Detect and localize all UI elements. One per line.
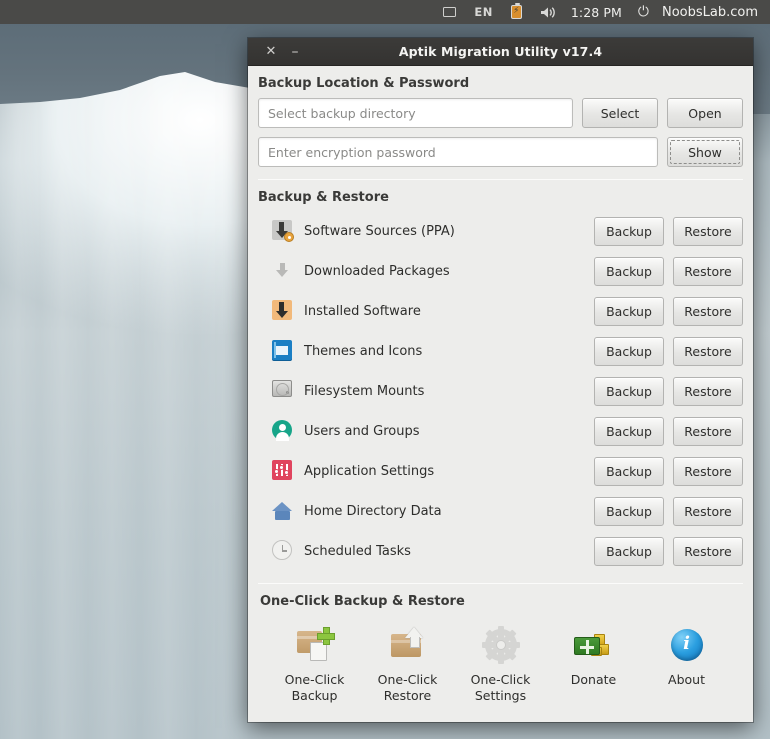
list-item-downloaded-packages: Downloaded Packages Backup Restore bbox=[258, 251, 743, 291]
donate-button[interactable]: Donate bbox=[547, 623, 640, 688]
list-item-label: Installed Software bbox=[304, 303, 421, 319]
backup-button[interactable]: Backup bbox=[594, 376, 664, 406]
session-menu-username[interactable]: NoobsLab.com bbox=[658, 0, 762, 24]
restore-button[interactable]: Restore bbox=[673, 536, 743, 566]
box-plus-icon bbox=[294, 625, 336, 665]
one-click-backup-button[interactable]: One-Click Backup bbox=[268, 623, 361, 704]
one-click-toolbar: One-Click Backup One-Click Restore One-C… bbox=[258, 615, 743, 704]
harddisk-icon bbox=[272, 380, 294, 402]
theme-window-icon bbox=[272, 340, 294, 362]
one-click-restore-label: One-Click Restore bbox=[377, 672, 438, 703]
list-item-label: Application Settings bbox=[304, 463, 435, 479]
one-click-heading: One-Click Backup & Restore bbox=[260, 594, 465, 609]
list-item-label: Home Directory Data bbox=[304, 503, 442, 519]
backup-location-heading: Backup Location & Password bbox=[258, 76, 470, 91]
backup-restore-list: Software Sources (PPA) Backup Restore Do… bbox=[256, 211, 745, 571]
list-item-filesystem-mounts: Filesystem Mounts Backup Restore bbox=[258, 371, 743, 411]
backup-button[interactable]: Backup bbox=[594, 256, 664, 286]
list-item-label: Themes and Icons bbox=[304, 343, 423, 359]
window-content: Backup Location & Password Select backup… bbox=[248, 66, 753, 722]
top-panel: EN 1:28 PM ⏻ NoobsLab.com bbox=[0, 0, 770, 24]
encryption-password-input[interactable]: Enter encryption password bbox=[258, 137, 658, 167]
aptik-window: ✕ – Aptik Migration Utility v17.4 Backup… bbox=[248, 38, 753, 722]
restore-button[interactable]: Restore bbox=[673, 496, 743, 526]
restore-button[interactable]: Restore bbox=[673, 336, 743, 366]
restore-button[interactable]: Restore bbox=[673, 376, 743, 406]
battery-icon[interactable] bbox=[502, 0, 531, 24]
backup-directory-row: Select backup directory Select Open bbox=[256, 97, 745, 128]
power-glyph: ⏻ bbox=[637, 4, 649, 20]
restore-button[interactable]: Restore bbox=[673, 456, 743, 486]
list-item-home-directory-data: Home Directory Data Backup Restore bbox=[258, 491, 743, 531]
backup-button[interactable]: Backup bbox=[594, 496, 664, 526]
clock[interactable]: 1:28 PM bbox=[564, 0, 629, 24]
window-titlebar: ✕ – Aptik Migration Utility v17.4 bbox=[248, 38, 753, 66]
info-icon: i bbox=[666, 625, 708, 665]
home-icon bbox=[272, 500, 294, 522]
window-title: Aptik Migration Utility v17.4 bbox=[398, 44, 603, 59]
display-icon[interactable] bbox=[434, 0, 465, 24]
one-click-settings-button[interactable]: One-Click Settings bbox=[454, 623, 547, 704]
user-icon bbox=[272, 420, 294, 442]
keyboard-layout-indicator[interactable]: EN bbox=[465, 0, 501, 24]
one-click-settings-label: One-Click Settings bbox=[470, 672, 531, 703]
about-label: About bbox=[668, 672, 705, 687]
donate-label: Donate bbox=[570, 672, 617, 687]
list-item-application-settings: Application Settings Backup Restore bbox=[258, 451, 743, 491]
list-item-themes-and-icons: Themes and Icons Backup Restore bbox=[258, 331, 743, 371]
restore-button[interactable]: Restore bbox=[673, 416, 743, 446]
download-arrow-icon bbox=[272, 260, 294, 282]
minimize-icon[interactable]: – bbox=[284, 41, 306, 63]
list-item-installed-software: Installed Software Backup Restore bbox=[258, 291, 743, 331]
list-item-label: Software Sources (PPA) bbox=[304, 223, 455, 239]
one-click-section: One-Click Backup & Restore One-Click Bac… bbox=[256, 584, 745, 704]
list-item-label: Scheduled Tasks bbox=[304, 543, 411, 559]
list-item-software-sources: Software Sources (PPA) Backup Restore bbox=[258, 211, 743, 251]
encryption-password-row: Enter encryption password Show bbox=[256, 136, 745, 167]
keyboard-layout-label: EN bbox=[474, 5, 493, 19]
close-icon[interactable]: ✕ bbox=[260, 41, 282, 63]
list-item-label: Downloaded Packages bbox=[304, 263, 450, 279]
backup-restore-heading: Backup & Restore bbox=[258, 190, 389, 205]
list-item-label: Users and Groups bbox=[304, 423, 420, 439]
one-click-backup-label: One-Click Backup bbox=[284, 672, 345, 703]
backup-button[interactable]: Backup bbox=[594, 296, 664, 326]
power-icon[interactable]: ⏻ bbox=[629, 0, 658, 24]
backup-button[interactable]: Backup bbox=[594, 336, 664, 366]
about-button[interactable]: i About bbox=[640, 623, 733, 688]
backup-button[interactable]: Backup bbox=[594, 536, 664, 566]
list-item-scheduled-tasks: Scheduled Tasks Backup Restore bbox=[258, 531, 743, 571]
show-password-button[interactable]: Show bbox=[667, 137, 743, 167]
install-package-icon bbox=[272, 300, 294, 322]
money-icon bbox=[573, 625, 615, 665]
list-item-users-and-groups: Users and Groups Backup Restore bbox=[258, 411, 743, 451]
backup-button[interactable]: Backup bbox=[594, 216, 664, 246]
select-button[interactable]: Select bbox=[582, 98, 658, 128]
open-button[interactable]: Open bbox=[667, 98, 743, 128]
backup-button[interactable]: Backup bbox=[594, 456, 664, 486]
gear-icon bbox=[480, 625, 522, 665]
clock-icon bbox=[272, 540, 294, 562]
one-click-restore-button[interactable]: One-Click Restore bbox=[361, 623, 454, 704]
backup-directory-input[interactable]: Select backup directory bbox=[258, 98, 573, 128]
restore-button[interactable]: Restore bbox=[673, 216, 743, 246]
list-item-label: Filesystem Mounts bbox=[304, 383, 425, 399]
volume-icon[interactable] bbox=[531, 0, 564, 24]
box-uparrow-icon bbox=[387, 625, 429, 665]
backup-button[interactable]: Backup bbox=[594, 416, 664, 446]
sliders-icon bbox=[272, 460, 294, 482]
restore-button[interactable]: Restore bbox=[673, 296, 743, 326]
restore-button[interactable]: Restore bbox=[673, 256, 743, 286]
ppa-download-icon bbox=[272, 220, 294, 242]
